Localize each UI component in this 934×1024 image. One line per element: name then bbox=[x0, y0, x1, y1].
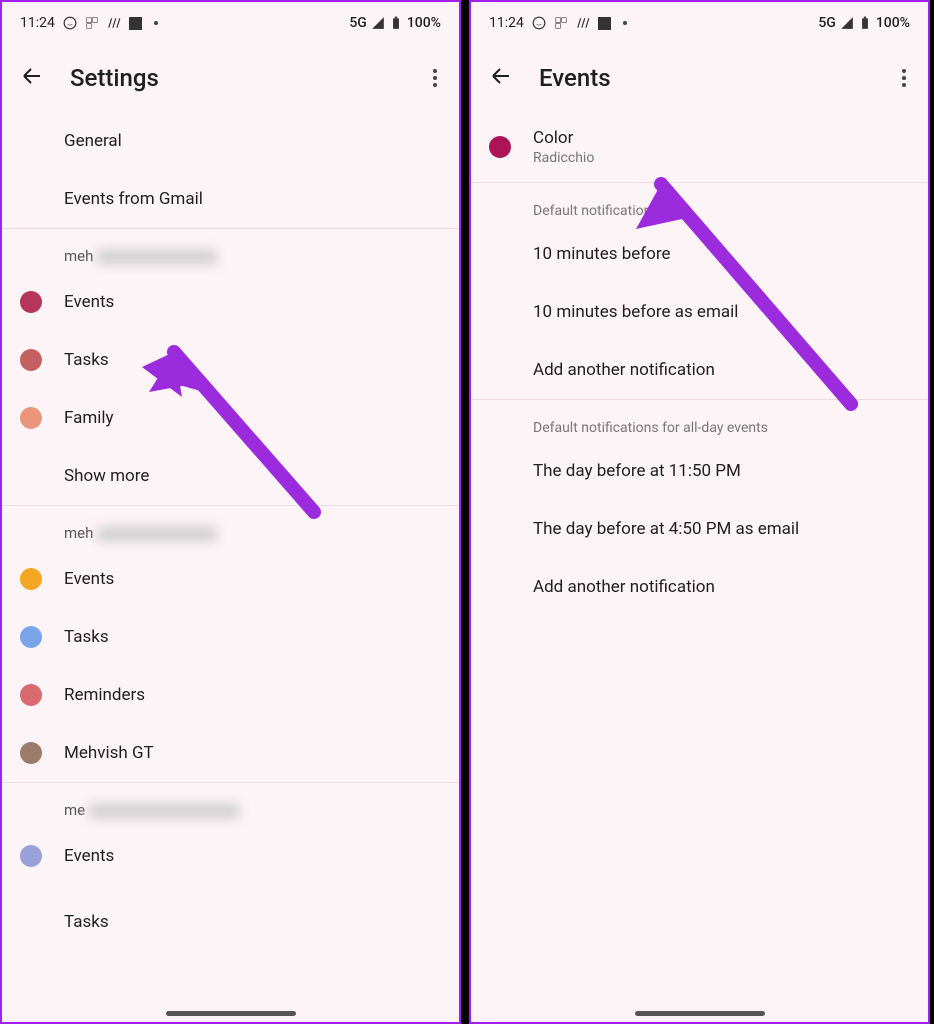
notification-row[interactable]: 10 minutes before as email bbox=[471, 283, 928, 341]
whatsapp-icon bbox=[63, 16, 77, 30]
battery-percent: 100% bbox=[876, 15, 910, 31]
account2-reminders-row[interactable]: Reminders bbox=[2, 666, 459, 724]
notification-text: 10 minutes before bbox=[533, 244, 670, 264]
notification-row[interactable]: The day before at 4:50 PM as email bbox=[471, 500, 928, 558]
add-notification-label: Add another notification bbox=[533, 577, 715, 597]
account1-events-row[interactable]: Events bbox=[2, 273, 459, 331]
whatsapp-icon bbox=[532, 16, 546, 30]
page-title: Settings bbox=[70, 64, 403, 92]
status-bar: 11:24 5G 100% bbox=[2, 2, 459, 38]
color-dot-icon bbox=[20, 684, 42, 706]
color-dot-icon bbox=[20, 349, 42, 371]
custom-label: Mehvish GT bbox=[64, 743, 154, 763]
account2-tasks-row[interactable]: Tasks bbox=[2, 608, 459, 666]
tasks-label: Tasks bbox=[64, 627, 109, 647]
general-section: General Events from Gmail bbox=[2, 112, 459, 229]
more-icon[interactable] bbox=[898, 65, 910, 91]
account2-custom-row[interactable]: Mehvish GT bbox=[2, 724, 459, 782]
account1-email: meh bbox=[2, 229, 459, 273]
color-label: Color bbox=[533, 128, 594, 148]
network-label: 5G bbox=[818, 15, 836, 31]
family-label: Family bbox=[64, 408, 114, 428]
tasks-label: Tasks bbox=[64, 350, 109, 370]
account1-section: meh Events Tasks Family Show more bbox=[2, 229, 459, 506]
general-row[interactable]: General bbox=[2, 112, 459, 170]
color-dot-icon bbox=[20, 626, 42, 648]
color-value: Radicchio bbox=[533, 150, 594, 166]
status-time: 11:24 bbox=[20, 15, 55, 31]
status-more-dot bbox=[154, 21, 158, 25]
color-dot-icon bbox=[20, 845, 42, 867]
page-title: Events bbox=[539, 64, 872, 92]
notification-text: The day before at 11:50 PM bbox=[533, 461, 741, 481]
home-indicator[interactable] bbox=[635, 1011, 765, 1016]
square-icon bbox=[129, 17, 142, 30]
account2-email: meh bbox=[2, 506, 459, 550]
app-icon bbox=[554, 16, 568, 30]
notification-row[interactable]: 10 minutes before bbox=[471, 225, 928, 283]
notification-text: The day before at 4:50 PM as email bbox=[533, 519, 799, 539]
network-label: 5G bbox=[349, 15, 367, 31]
account3-email: me bbox=[2, 783, 459, 827]
battery-icon bbox=[389, 16, 403, 30]
app-icon bbox=[85, 16, 99, 30]
tasks-label: Tasks bbox=[64, 912, 109, 932]
section-header: Default notifications for all-day events bbox=[471, 400, 928, 442]
add-notification-label: Add another notification bbox=[533, 360, 715, 380]
home-indicator[interactable] bbox=[166, 1011, 296, 1016]
account1-family-row[interactable]: Family bbox=[2, 389, 459, 447]
battery-icon bbox=[858, 16, 872, 30]
color-dot-icon bbox=[20, 407, 42, 429]
color-dot-icon bbox=[20, 742, 42, 764]
events-from-gmail-row[interactable]: Events from Gmail bbox=[2, 170, 459, 228]
events-label: Events bbox=[64, 569, 114, 589]
account3-section: me Events Tasks bbox=[2, 783, 459, 943]
events-label: Events bbox=[64, 846, 114, 866]
allday-notifications-section: Default notifications for all-day events… bbox=[471, 400, 928, 616]
app-bar: Settings bbox=[2, 38, 459, 112]
add-notification-row[interactable]: Add another notification bbox=[471, 341, 928, 399]
events-label: Events bbox=[64, 292, 114, 312]
account3-events-row[interactable]: Events bbox=[2, 827, 459, 885]
back-icon[interactable] bbox=[489, 64, 513, 92]
status-more-dot bbox=[623, 21, 627, 25]
redacted bbox=[97, 527, 217, 541]
status-time: 11:24 bbox=[489, 15, 524, 31]
redacted bbox=[89, 804, 239, 818]
signal-icon bbox=[371, 16, 385, 30]
more-icon[interactable] bbox=[429, 65, 441, 91]
back-icon[interactable] bbox=[20, 64, 44, 92]
show-more-label: Show more bbox=[64, 466, 149, 486]
section-header: Default notifications bbox=[471, 183, 928, 225]
stripe-icon bbox=[576, 16, 590, 30]
account2-events-row[interactable]: Events bbox=[2, 550, 459, 608]
battery-percent: 100% bbox=[407, 15, 441, 31]
color-dot-icon bbox=[20, 568, 42, 590]
status-bar: 11:24 5G 100% bbox=[471, 2, 928, 38]
default-notifications-section: Default notifications 10 minutes before … bbox=[471, 183, 928, 400]
color-section: Color Radicchio bbox=[471, 112, 928, 183]
color-row[interactable]: Color Radicchio bbox=[471, 112, 928, 182]
stripe-icon bbox=[107, 16, 121, 30]
square-icon bbox=[598, 17, 611, 30]
general-label: General bbox=[64, 131, 122, 151]
notification-row[interactable]: The day before at 11:50 PM bbox=[471, 442, 928, 500]
color-dot-icon bbox=[20, 291, 42, 313]
settings-screen: 11:24 5G 100% Settings General Events bbox=[0, 0, 461, 1024]
events-gmail-label: Events from Gmail bbox=[64, 189, 203, 209]
app-bar: Events bbox=[471, 38, 928, 112]
account2-section: meh Events Tasks Reminders Mehvish GT bbox=[2, 506, 459, 783]
reminders-label: Reminders bbox=[64, 685, 145, 705]
color-dot-icon bbox=[489, 136, 511, 158]
events-settings-screen: 11:24 5G 100% Events Color Radicchio bbox=[469, 0, 930, 1024]
signal-icon bbox=[840, 16, 854, 30]
add-notification-row[interactable]: Add another notification bbox=[471, 558, 928, 616]
show-more-row[interactable]: Show more bbox=[2, 447, 459, 505]
notification-text: 10 minutes before as email bbox=[533, 302, 738, 322]
account1-tasks-row[interactable]: Tasks bbox=[2, 331, 459, 389]
redacted bbox=[97, 250, 217, 264]
account3-tasks-row[interactable]: Tasks bbox=[2, 885, 459, 943]
